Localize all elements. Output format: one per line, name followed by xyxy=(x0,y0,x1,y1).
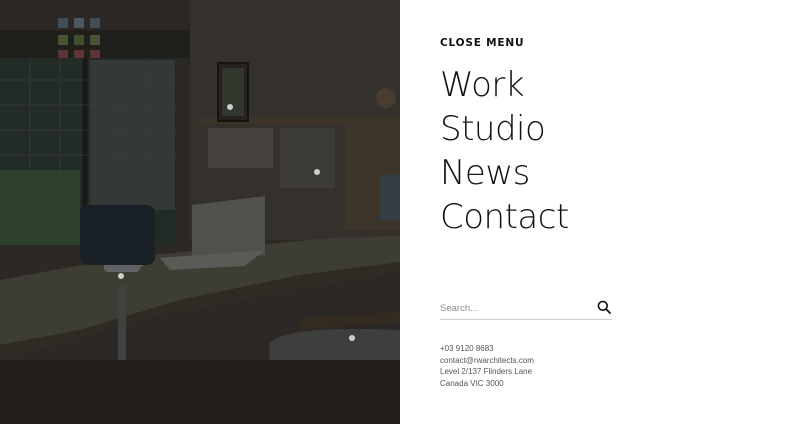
contact-info: +03 9120 8683 contact@rwarchitects.com L… xyxy=(440,343,534,389)
main-nav: Work Studio News Contact xyxy=(440,63,569,239)
email-link[interactable]: contact@rwarchitects.com xyxy=(440,355,534,367)
close-menu-button[interactable]: CLOSE MENU xyxy=(440,37,524,49)
nav-item-studio[interactable]: Studio xyxy=(440,107,569,151)
address-line-1: Level 2/137 Flinders Lane xyxy=(440,367,533,377)
address-line-2: Canada VIC 3000 xyxy=(440,378,504,388)
menu-panel: CLOSE MENU Work Studio News Contact +03 … xyxy=(400,0,800,424)
search-input[interactable] xyxy=(440,297,590,319)
background-photo xyxy=(0,0,400,424)
office-photo-illustration xyxy=(0,0,400,424)
phone-link[interactable]: +03 9120 8683 xyxy=(440,343,534,355)
nav-item-work[interactable]: Work xyxy=(440,63,569,107)
search-icon[interactable] xyxy=(597,300,611,314)
nav-item-contact[interactable]: Contact xyxy=(440,195,569,239)
nav-item-news[interactable]: News xyxy=(440,151,569,195)
search-field xyxy=(440,297,612,320)
